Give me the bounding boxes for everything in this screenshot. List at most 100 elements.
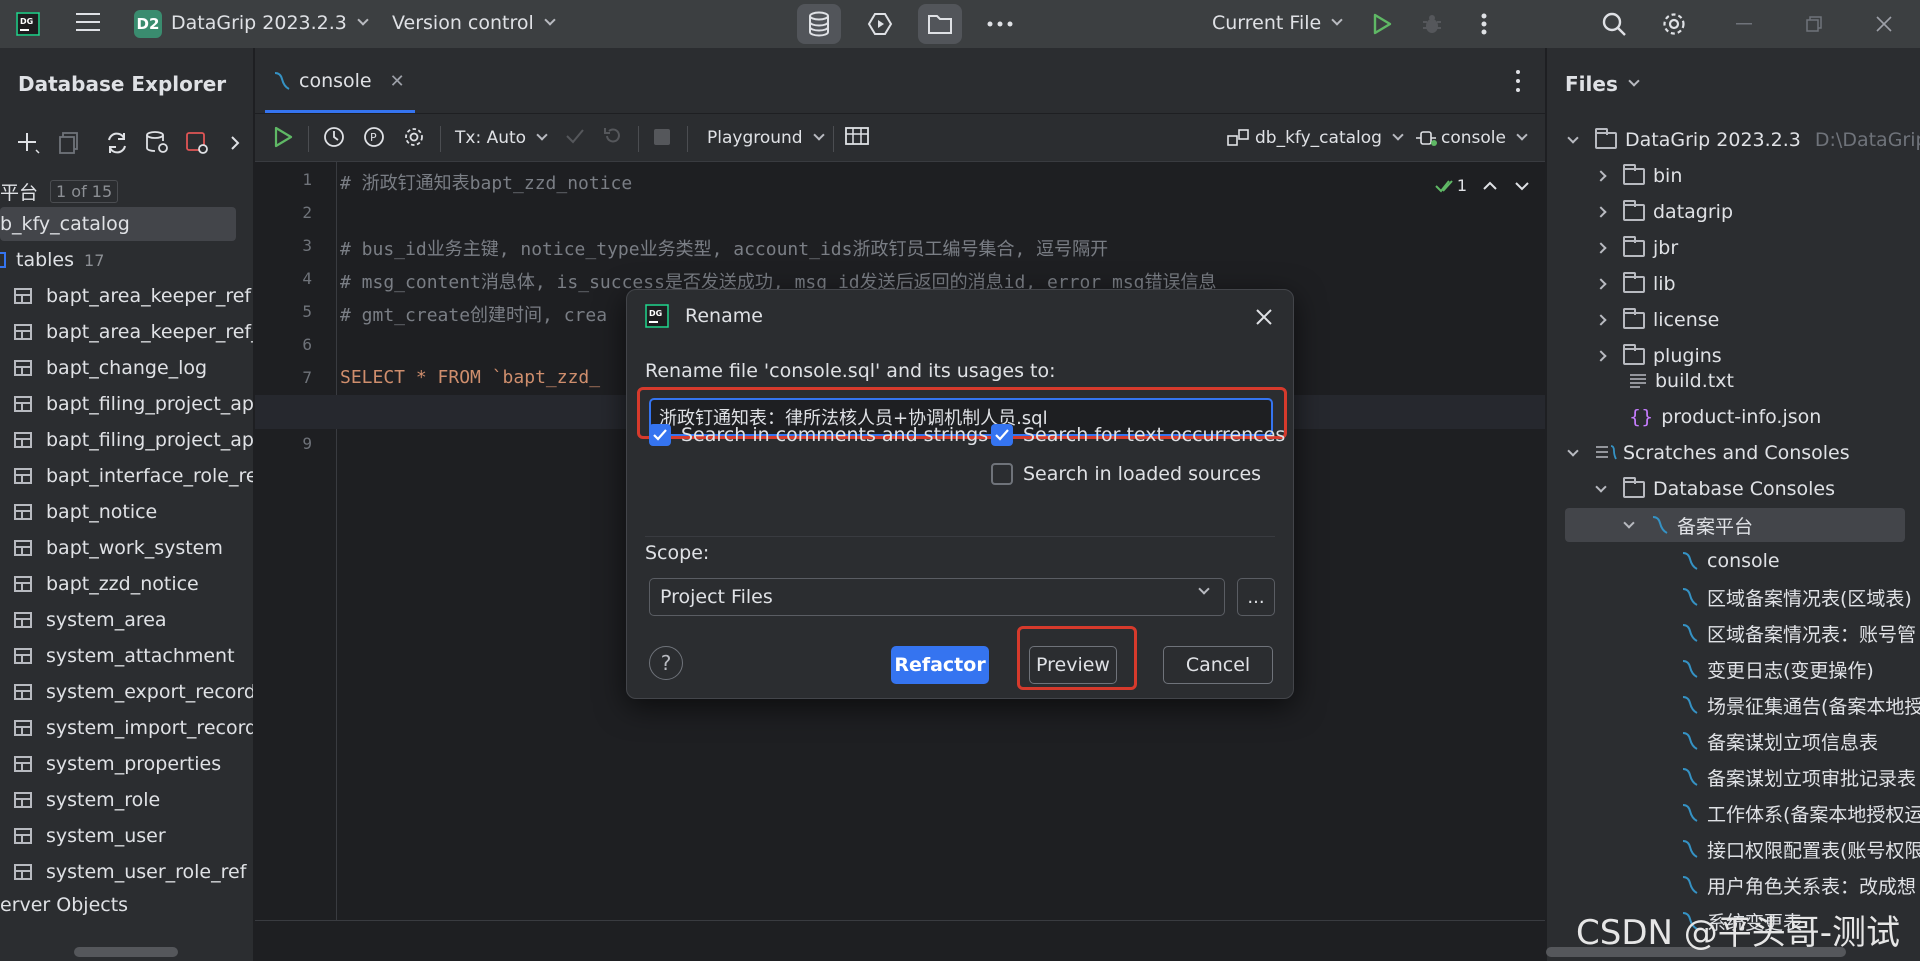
transaction-mode-selector[interactable]: Tx: Auto [455, 128, 548, 148]
tree-item-console[interactable]: 接口权限配置表(账号权限 [1681, 832, 1920, 866]
data-source-properties-icon[interactable] [144, 130, 170, 156]
checkbox-unchecked-icon[interactable] [991, 463, 1013, 485]
tree-item-console[interactable]: console [1681, 544, 1780, 578]
tree-item-table[interactable]: bapt_area_keeper_ref [0, 279, 251, 313]
tree-item-table[interactable]: system_role [0, 783, 160, 817]
tree-item-database-consoles[interactable]: Database Consoles [1595, 472, 1835, 506]
files-title[interactable]: Files [1565, 72, 1640, 96]
main-menu-icon[interactable] [76, 13, 100, 35]
close-tab-icon[interactable]: ✕ [390, 71, 405, 92]
horizontal-scrollbar[interactable] [74, 947, 178, 957]
tree-item-console[interactable]: 备案谋划立项信息表 [1681, 724, 1878, 758]
version-control-menu[interactable]: Version control [392, 12, 556, 34]
scope-browse-button[interactable]: ... [1237, 578, 1275, 616]
tree-item-table[interactable]: system_attachment [0, 639, 235, 673]
tree-item-group[interactable]: 备案平台 [1565, 508, 1905, 542]
scope-select[interactable]: Project Files [649, 578, 1225, 616]
tab-console[interactable]: console ✕ [273, 70, 405, 92]
settings-gear-icon[interactable] [1660, 10, 1688, 38]
tree-item-table[interactable]: bapt_filing_project_app [0, 387, 253, 421]
tree-item-console[interactable]: 备案谋划立项审批记录表 [1681, 760, 1916, 794]
tree-item-folder[interactable]: license [1595, 303, 1719, 337]
tree-item-folder[interactable]: lib [1595, 267, 1676, 301]
database-icon[interactable] [797, 4, 841, 44]
tree-item-table[interactable]: system_user [0, 819, 166, 853]
tree-item-console[interactable]: 工作体系(备案本地授权运 [1681, 796, 1920, 830]
checkbox-checked-icon[interactable] [649, 424, 671, 446]
inspection-widget[interactable]: 1 [1435, 176, 1529, 195]
datagrip-logo-icon[interactable]: DG [16, 12, 40, 36]
tree-item-table[interactable]: bapt_filing_project_app [0, 423, 253, 457]
tree-item-table[interactable]: bapt_work_system [0, 531, 223, 565]
tree-item-file-build[interactable]: build.txt [1629, 364, 1734, 398]
tree-item-folder[interactable]: jbr [1595, 231, 1678, 265]
tree-item-schema[interactable]: b_kfy_catalog [0, 207, 236, 241]
search-comments-checkbox-row[interactable]: Search in comments and strings [649, 424, 988, 446]
next-highlight-icon[interactable] [1515, 176, 1529, 195]
restore-window-icon[interactable] [1800, 10, 1828, 38]
tree-item-console[interactable]: 用户角色关系表：改成想 [1681, 868, 1916, 902]
add-icon[interactable] [16, 130, 42, 156]
run-icon[interactable] [1368, 10, 1396, 38]
output-table-icon[interactable] [845, 126, 869, 146]
more-actions-icon[interactable] [1470, 10, 1498, 38]
files-folder-icon[interactable] [918, 4, 962, 44]
close-icon[interactable] [1251, 304, 1277, 330]
refresh-icon[interactable] [104, 130, 130, 156]
history-icon[interactable] [323, 126, 345, 148]
tree-item-console[interactable]: 区域备案情况表(区域表) [1681, 580, 1912, 614]
tree-item-tables[interactable]: tables 17 [0, 243, 104, 277]
datasource-selector[interactable]: db_kfy_catalog [1227, 128, 1404, 148]
tree-item-table[interactable]: system_area [0, 603, 167, 637]
tree-item-table[interactable]: bapt_change_log [0, 351, 207, 385]
execute-icon[interactable] [273, 126, 293, 148]
run-configuration-selector[interactable]: Current File [1212, 12, 1343, 34]
tree-item-file-product-info[interactable]: {} product-info.json [1629, 400, 1821, 434]
minimize-icon[interactable] [1730, 10, 1758, 38]
more-tools-icon[interactable] [978, 4, 1022, 44]
project-badge[interactable]: D2 [134, 10, 162, 38]
tree-item-folder[interactable]: datagrip [1595, 195, 1733, 229]
chevron-right-icon[interactable] [222, 130, 248, 156]
close-window-icon[interactable] [1870, 10, 1898, 38]
tree-item-table[interactable]: system_properties [0, 747, 221, 781]
tree-item-table[interactable]: bapt_area_keeper_ref_ [0, 315, 253, 349]
cancel-button[interactable]: Cancel [1163, 646, 1273, 684]
search-icon[interactable] [1600, 10, 1628, 38]
jump-to-console-icon[interactable] [184, 130, 210, 156]
checkbox-checked-icon[interactable] [991, 424, 1013, 446]
tree-item-console[interactable]: 场景征集通告(备案本地授 [1681, 688, 1920, 722]
toolbar-separator [440, 126, 441, 152]
tab-options-icon[interactable] [1515, 70, 1521, 92]
tree-item-table[interactable]: system_import_record [0, 711, 253, 745]
explain-plan-icon[interactable]: P [363, 126, 385, 148]
session-selector[interactable]: console [1415, 128, 1528, 148]
tree-item-table[interactable]: bapt_interface_role_ref [0, 459, 253, 493]
commit-check-icon[interactable] [565, 126, 585, 146]
tree-item-table[interactable]: bapt_zzd_notice [0, 567, 199, 601]
debug-icon[interactable] [1418, 10, 1446, 38]
tree-item-table[interactable]: system_export_record [0, 675, 253, 709]
line-number-gutter: 123456789 [255, 162, 337, 961]
refactor-button[interactable]: Refactor [891, 646, 989, 684]
search-loaded-sources-checkbox-row[interactable]: Search in loaded sources [991, 463, 1261, 485]
settings-icon[interactable] [403, 126, 425, 148]
rollback-icon[interactable] [603, 126, 623, 146]
services-icon[interactable] [858, 4, 902, 44]
preview-button[interactable]: Preview [1029, 646, 1117, 684]
playground-mode-selector[interactable]: Playground [707, 128, 825, 148]
tree-item-table[interactable]: system_user_role_ref [0, 855, 246, 889]
tree-item-console[interactable]: 区域备案情况表：账号管 [1681, 616, 1916, 650]
tree-item-server-objects[interactable]: erver Objects [0, 888, 128, 922]
tree-item-console[interactable]: 变更日志(变更操作) [1681, 652, 1874, 686]
search-text-occurrences-checkbox-row[interactable]: Search for text occurrences [991, 424, 1285, 446]
tree-item-scratches[interactable]: Scratches and Consoles [1567, 436, 1850, 470]
stop-icon[interactable] [653, 128, 671, 146]
project-switcher[interactable]: DataGrip 2023.2.3 [171, 12, 369, 34]
tree-item-folder[interactable]: bin [1595, 159, 1682, 193]
tree-item-root[interactable]: DataGrip 2023.2.3 D:\DataGrip [1567, 123, 1920, 157]
help-button[interactable]: ? [649, 646, 683, 680]
copy-icon[interactable] [56, 130, 82, 156]
tree-item-table[interactable]: bapt_notice [0, 495, 157, 529]
previous-highlight-icon[interactable] [1483, 176, 1497, 195]
